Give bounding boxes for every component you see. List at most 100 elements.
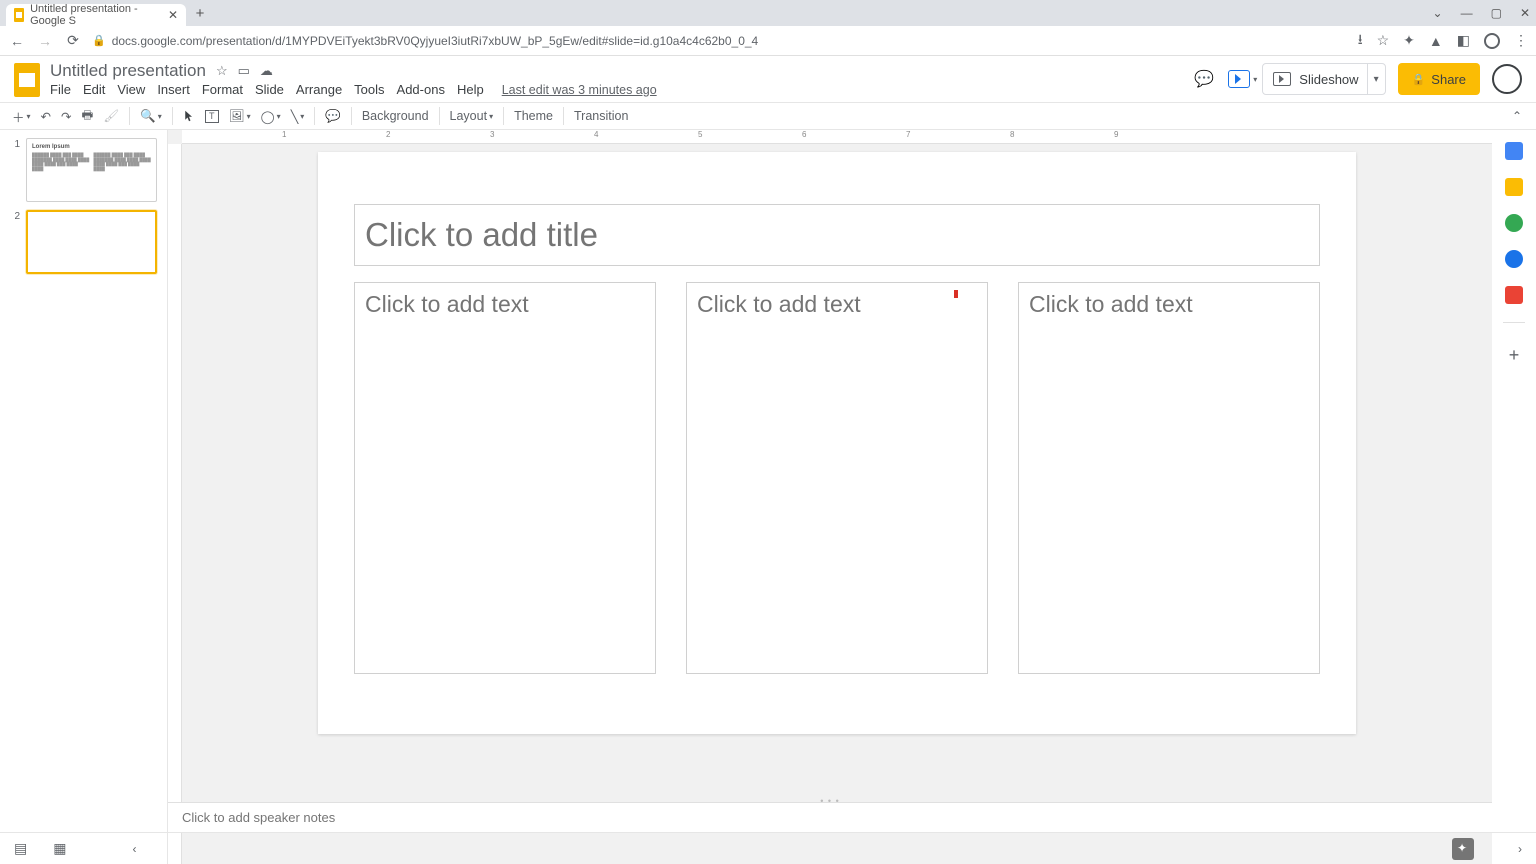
slide-thumbnail-1[interactable]: Lorem Ipsum ██████ ████ ███ ████ ███████… [26,138,157,202]
contacts-addon-icon[interactable] [1505,250,1523,268]
comment-tool[interactable]: 💬 [325,109,341,124]
slide-canvas[interactable]: Click to add title Click to add text Cli… [318,152,1356,734]
slides-logo-icon[interactable] [14,63,40,97]
show-side-panel-icon[interactable]: › [1518,842,1522,856]
new-slide-button[interactable]: ＋▾ [12,107,31,126]
transition-button[interactable]: Transition [574,109,628,123]
bookmark-star-icon[interactable]: ☆ [1377,32,1390,49]
select-tool[interactable] [183,110,195,122]
horizontal-ruler[interactable]: 1 2 3 4 5 6 7 8 9 [182,130,1492,144]
star-icon[interactable]: ☆ [216,63,228,79]
menu-arrange[interactable]: Arrange [296,82,342,97]
profile-chip-icon[interactable]: ▲ [1429,33,1443,49]
browser-address-bar: ← → ⟳ 🔒 docs.google.com/presentation/d/1… [0,26,1536,56]
back-button[interactable]: ← [8,33,26,49]
title-placeholder[interactable]: Click to add title [354,204,1320,266]
side-panel: + [1492,130,1536,864]
canvas-area: 1 2 3 4 5 6 7 8 9 Click to add title Cli… [168,130,1492,864]
background-button[interactable]: Background [362,109,429,123]
comments-icon[interactable]: 💬 [1192,69,1216,89]
menu-insert[interactable]: Insert [157,82,190,97]
vertical-ruler[interactable] [168,144,182,864]
install-app-icon[interactable]: ⭳ [1358,29,1363,53]
browser-tab[interactable]: Untitled presentation - Google S ✕ [6,4,186,26]
slides-favicon-icon [14,8,24,22]
slideshow-label: Slideshow [1291,72,1366,87]
text-placeholder-2[interactable]: Click to add text [686,282,988,674]
extensions-icon[interactable]: ✦ [1403,32,1415,49]
explore-button[interactable] [1452,838,1474,860]
speaker-notes[interactable]: Click to add speaker notes [168,802,1492,832]
collapse-toolbar-icon[interactable]: ⌃ [1512,109,1522,123]
slideshow-dropdown[interactable]: ▾ [1367,64,1385,94]
present-to-meet-icon[interactable]: ▾ [1228,70,1250,88]
calendar-addon-icon[interactable] [1505,142,1523,160]
maps-addon-icon[interactable] [1505,286,1523,304]
print-button[interactable]: 🖶 [82,106,94,127]
menu-tools[interactable]: Tools [354,82,384,97]
thumb-number: 2 [10,210,20,274]
slide-thumbnail-2[interactable] [26,210,157,274]
app-header: Untitled presentation ☆ ▭ ☁ File Edit Vi… [0,56,1536,102]
chrome-menu-icon[interactable]: ⋮ [1514,32,1528,49]
text-placeholder-3[interactable]: Click to add text [1018,282,1320,674]
grid-view-icon[interactable]: ▦ [53,840,66,857]
menubar: File Edit View Insert Format Slide Arran… [50,82,1182,97]
menu-edit[interactable]: Edit [83,82,105,97]
menu-slide[interactable]: Slide [255,82,284,97]
lock-icon: 🔒 [1412,73,1426,86]
menu-view[interactable]: View [117,82,145,97]
chevron-down-icon[interactable]: ⌄ [1433,6,1443,20]
zoom-button[interactable]: 🔍▾ [140,109,162,124]
lock-icon: 🔒 [92,34,106,47]
close-tab-icon[interactable]: ✕ [168,8,178,22]
theme-button[interactable]: Theme [514,109,553,123]
minimize-icon[interactable]: — [1461,6,1473,20]
account-avatar[interactable] [1492,64,1522,94]
present-icon [1273,72,1291,86]
textbox-tool[interactable]: T [205,110,219,123]
menu-file[interactable]: File [50,82,71,97]
new-tab-button[interactable]: + [186,5,210,22]
shape-tool[interactable]: ◯▾ [261,109,281,124]
menu-addons[interactable]: Add-ons [397,82,445,97]
slideshow-button[interactable]: Slideshow ▾ [1262,63,1385,95]
undo-button[interactable]: ↶ [41,109,51,124]
tab-title: Untitled presentation - Google S [30,3,162,27]
share-label: Share [1431,72,1466,87]
menu-format[interactable]: Format [202,82,243,97]
workspace: 1 Lorem Ipsum ██████ ████ ███ ████ █████… [0,130,1536,864]
move-icon[interactable]: ▭ [238,63,250,79]
get-addons-button[interactable]: + [1509,345,1520,366]
thumb-number: 1 [10,138,20,202]
toolbar: ＋▾ ↶ ↷ 🖶 🖌 🔍▾ T 🖼▾ ◯▾ ╲▾ 💬 Background La… [0,102,1536,130]
url-text: docs.google.com/presentation/d/1MYPDVEiT… [112,34,759,48]
share-button[interactable]: 🔒 Share [1398,63,1480,95]
account-circle-icon[interactable] [1484,33,1500,49]
side-panel-icon[interactable]: ◧ [1457,32,1470,49]
footer-bar: ▤ ▦ ‹ › [0,832,1536,864]
browser-tabstrip: Untitled presentation - Google S ✕ + ⌄ —… [0,0,1536,26]
cloud-status-icon[interactable]: ☁ [260,63,273,79]
keep-addon-icon[interactable] [1505,178,1523,196]
paint-format-button[interactable]: 🖌 [103,109,119,124]
layout-button[interactable]: Layout▾ [450,109,494,123]
line-tool[interactable]: ╲▾ [291,109,305,124]
reload-button[interactable]: ⟳ [64,32,82,49]
forward-button[interactable]: → [36,33,54,49]
text-placeholder-1[interactable]: Click to add text [354,282,656,674]
document-title[interactable]: Untitled presentation [50,61,206,81]
last-edit-link[interactable]: Last edit was 3 minutes ago [502,83,657,97]
window-controls: ⌄ — ▢ ✕ [1433,0,1530,26]
cursor-mark-icon [954,290,958,298]
image-tool[interactable]: 🖼▾ [229,109,251,124]
close-window-icon[interactable]: ✕ [1520,6,1530,20]
menu-help[interactable]: Help [457,82,484,97]
url-field[interactable]: 🔒 docs.google.com/presentation/d/1MYPDVE… [92,34,1348,48]
filmstrip: 1 Lorem Ipsum ██████ ████ ███ ████ █████… [0,130,168,864]
collapse-filmstrip-icon[interactable]: ‹ [132,842,136,856]
maximize-icon[interactable]: ▢ [1491,6,1502,20]
redo-button[interactable]: ↷ [61,109,71,124]
tasks-addon-icon[interactable] [1505,214,1523,232]
filmstrip-view-icon[interactable]: ▤ [14,840,27,857]
